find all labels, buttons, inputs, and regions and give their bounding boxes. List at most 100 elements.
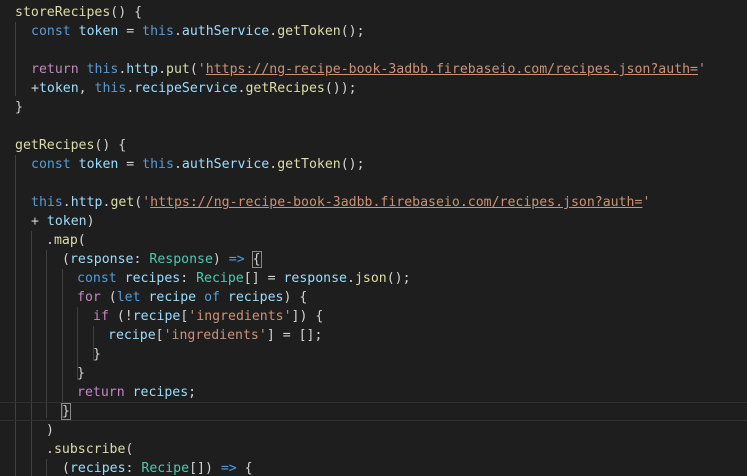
code-token: => [220,461,237,476]
code-token: . [269,24,278,39]
code-token: const [31,157,79,172]
code-line[interactable]: for (let recipe of recipes) { [0,288,747,307]
code-token: ' [642,195,651,210]
code-token: ' [197,62,206,77]
code-token: () { [94,138,127,153]
code-line[interactable]: const token = this.authService.getToken(… [0,155,747,174]
code-token: http [70,195,103,210]
code-token: => [228,252,245,267]
code-token: http [126,62,159,77]
code-token: = [118,157,143,172]
code-line[interactable]: (response: Response) => { [0,250,747,269]
code-token: [ [155,328,164,343]
code-token: ( [62,461,70,476]
code-token: Recipe [196,271,244,286]
code-token: recipe [108,328,156,343]
code-token: getRecipes [15,138,95,153]
code-token: . [173,157,182,172]
code-line[interactable]: recipe['ingredients'] = []; [0,326,747,345]
code-line[interactable] [0,41,747,60]
code-token: ( [189,62,198,77]
code-token: ) [46,423,54,438]
code-token: (); [386,271,411,286]
code-token: token [78,24,119,39]
code-token: + [31,214,47,229]
code-token: recipe [132,309,181,324]
code-line[interactable]: } [0,402,747,421]
code-line[interactable] [0,117,747,136]
code-token: get [110,195,135,210]
code-line[interactable]: return recipes; [0,383,747,402]
code-line[interactable]: ) [0,421,747,440]
code-token: (! [116,309,133,324]
code-token: : [133,252,150,267]
code-token: (); [340,24,365,39]
code-token: storeRecipes [15,5,111,20]
code-token: this [94,81,127,96]
code-token: } [15,100,23,115]
code-token: recipes [124,271,181,286]
code-token: getToken [277,24,341,39]
code-token: recipeService [134,81,238,96]
code-token: response [283,271,347,286]
code-token: for [77,290,109,305]
code-token: authService [181,157,270,172]
code-token: this [31,195,63,210]
code-line[interactable]: (recipes: Recipe[]) => { [0,459,747,476]
code-token: token [46,214,87,229]
code-line[interactable]: +token, this.recipeService.getRecipes())… [0,79,747,98]
code-token: { [251,251,262,268]
code-token: . [269,157,278,172]
code-token: + [31,81,39,96]
code-token: recipe [148,290,197,305]
code-token: . [158,62,167,77]
code-token: { [236,461,253,476]
code-token: this [142,157,174,172]
code-token: 'ingredients' [163,328,267,343]
code-token: ; [188,385,197,400]
code-line[interactable]: const recipes: Recipe[] = response.json(… [0,269,747,288]
code-line[interactable]: return this.http.put('https://ng-recipe-… [0,60,747,79]
code-line[interactable]: .subscribe( [0,440,747,459]
code-line[interactable]: } [0,345,747,364]
code-token: map [53,233,78,248]
code-token: token [38,81,79,96]
code-token: of [204,290,228,305]
code-token: () { [110,5,143,20]
code-line[interactable]: getRecipes() { [0,136,747,155]
code-token: let [116,290,149,305]
code-token: : [125,461,142,476]
code-token: = [118,24,143,39]
code-token: https://ng-recipe-book-3adbb.firebaseio.… [150,195,643,210]
code-token: 'ingredients' [188,309,292,324]
code-token: json [354,271,387,286]
code-token: if [93,309,117,324]
code-token: ( [108,290,117,305]
code-line[interactable]: } [0,364,747,383]
code-token: . [62,195,71,210]
code-line[interactable]: storeRecipes() { [0,3,747,22]
code-editor[interactable]: storeRecipes() { const token = this.auth… [0,0,747,476]
code-line[interactable]: const token = this.authService.getToken(… [0,22,747,41]
code-line[interactable]: } [0,98,747,117]
code-line[interactable]: .map( [0,231,747,250]
code-token: response [69,252,134,267]
code-token: ]) { [291,309,324,324]
code-token: } [61,403,71,420]
code-token: ( [62,252,70,267]
code-token: . [46,233,54,248]
code-line[interactable]: this.http.get('https://ng-recipe-book-3a… [0,193,747,212]
code-token: [] = [243,271,284,286]
code-token: } [77,366,85,381]
code-line[interactable] [0,174,747,193]
code-line[interactable]: + token) [0,212,747,231]
code-token: . [173,24,182,39]
code-token: const [31,24,79,39]
code-line[interactable]: if (!recipe['ingredients']) { [0,307,747,326]
code-token: . [46,442,54,457]
code-token: return [77,385,133,400]
code-token: , [78,81,95,96]
code-token: https://ng-recipe-book-3adbb.firebaseio.… [205,62,699,77]
